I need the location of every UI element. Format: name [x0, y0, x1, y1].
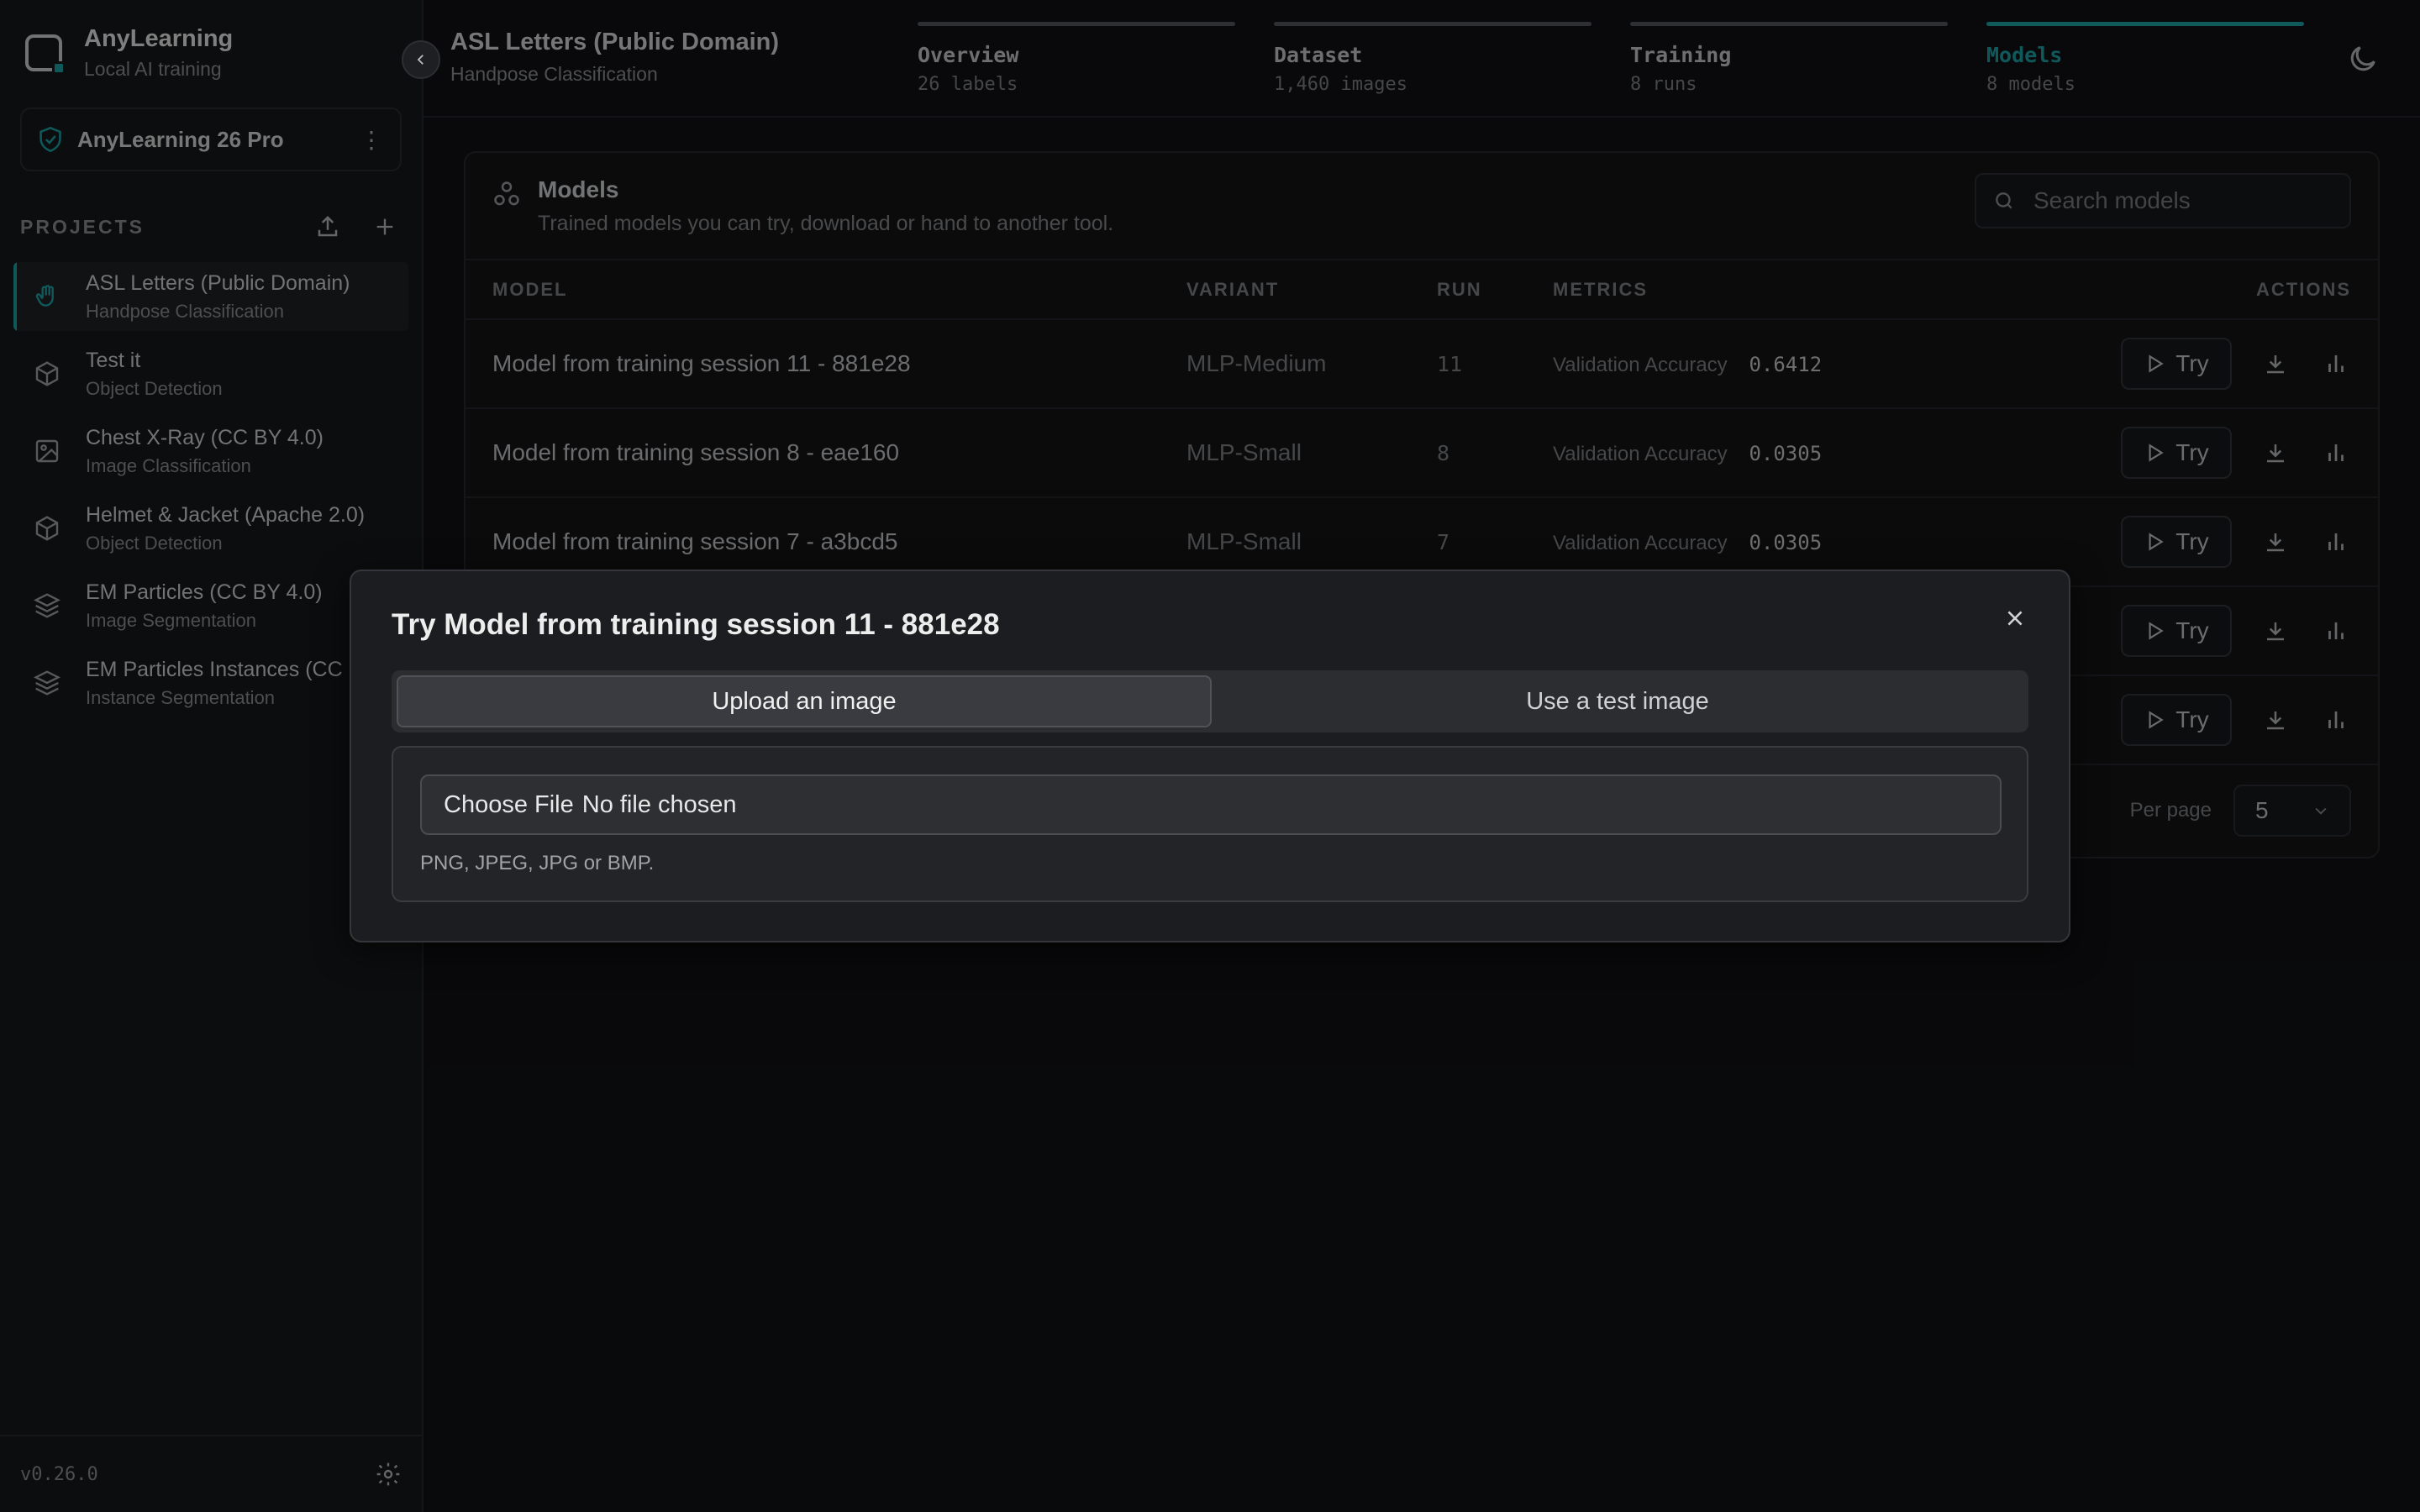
collapse-sidebar-button[interactable]	[402, 40, 440, 79]
file-status: No file chosen	[581, 790, 737, 818]
try-model-dialog: Try Model from training session 11 - 881…	[350, 570, 2070, 942]
file-format-hint: PNG, JPEG, JPG or BMP.	[420, 852, 655, 874]
chevron-left-icon	[417, 55, 424, 65]
dialog-title: Try Model from training session 11 - 881…	[392, 608, 1000, 641]
upload-panel: Choose File No file chosen PNG, JPEG, JP…	[392, 746, 2028, 902]
tab-upload-image[interactable]: Upload an image	[397, 675, 1212, 727]
close-icon	[2007, 611, 2023, 626]
choose-file-button[interactable]: Choose File	[444, 791, 574, 819]
file-input[interactable]: Choose File No file chosen	[420, 774, 2002, 835]
tab-test-image[interactable]: Use a test image	[1212, 675, 2023, 727]
dialog-tabs: Upload an image Use a test image	[392, 670, 2028, 732]
close-button[interactable]	[1998, 601, 2032, 635]
